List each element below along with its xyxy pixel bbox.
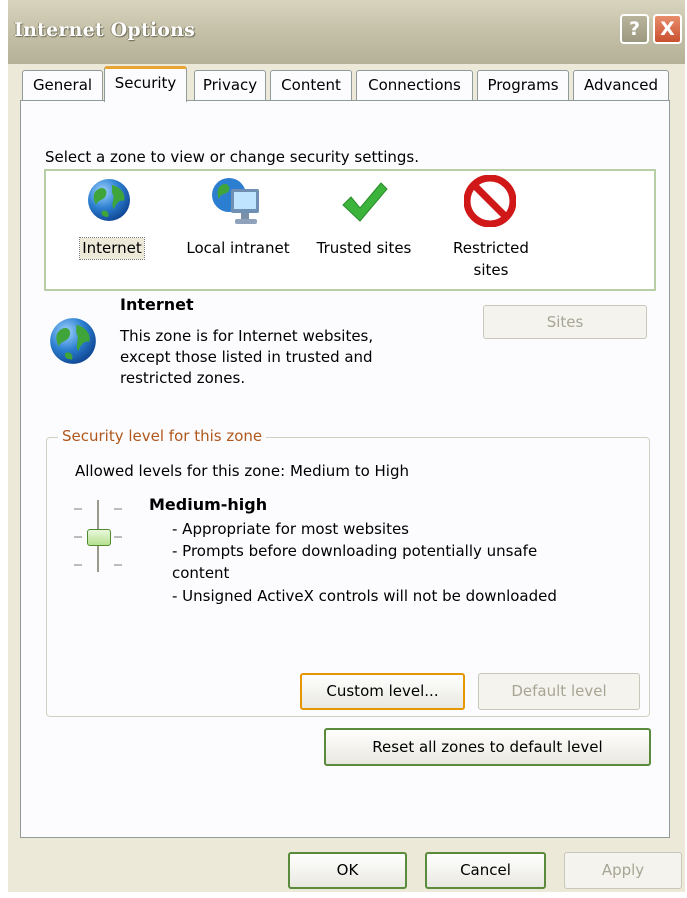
help-button[interactable]: ? bbox=[620, 14, 649, 44]
tab-content[interactable]: Content bbox=[270, 70, 352, 100]
globe-icon bbox=[88, 179, 130, 221]
window-title: Internet Options bbox=[14, 19, 196, 41]
level-name: Medium-high bbox=[149, 495, 268, 514]
no-entry-icon bbox=[464, 175, 516, 227]
ok-button[interactable]: OK bbox=[288, 852, 407, 889]
zone-title: Internet bbox=[120, 295, 194, 314]
slider-thumb[interactable] bbox=[87, 529, 111, 546]
tab-privacy[interactable]: Privacy bbox=[194, 70, 266, 100]
slider-tick bbox=[114, 564, 122, 566]
apply-button[interactable]: Apply bbox=[564, 852, 682, 889]
security-level-group-title: Security level for this zone bbox=[58, 427, 267, 445]
level-bullet-2-cont: content bbox=[172, 564, 230, 582]
zone-restricted-sites[interactable]: Restricted sites bbox=[446, 175, 536, 285]
zone-description-line2: except those listed in trusted and bbox=[120, 348, 373, 366]
sites-button[interactable]: Sites bbox=[483, 305, 647, 339]
tab-security[interactable]: Security bbox=[104, 66, 187, 102]
zone-trusted-sites[interactable]: Trusted sites bbox=[308, 175, 420, 267]
reset-all-zones-button[interactable]: Reset all zones to default level bbox=[324, 728, 651, 766]
zone-trusted-sites-label: Trusted sites bbox=[316, 239, 412, 257]
default-level-button[interactable]: Default level bbox=[478, 673, 640, 710]
slider-tick bbox=[74, 508, 82, 510]
close-button[interactable]: X bbox=[653, 14, 682, 44]
slider-tick bbox=[114, 508, 122, 510]
internet-options-dialog: Internet Options ? X General Security Pr… bbox=[8, 0, 685, 892]
level-bullet-1: - Appropriate for most websites bbox=[172, 520, 409, 538]
zone-internet-label: Internet bbox=[79, 237, 145, 260]
zone-local-intranet-label: Local intranet bbox=[186, 239, 290, 257]
zone-restricted-sites-label-line1: Restricted bbox=[453, 239, 529, 257]
security-level-slider[interactable] bbox=[70, 498, 130, 576]
zone-description-line3: restricted zones. bbox=[120, 369, 246, 387]
tab-connections[interactable]: Connections bbox=[356, 70, 473, 100]
level-bullet-2: - Prompts before downloading potentially… bbox=[172, 542, 538, 560]
slider-tick bbox=[74, 564, 82, 566]
zone-internet[interactable]: Internet bbox=[70, 175, 152, 267]
zone-prompt: Select a zone to view or change security… bbox=[45, 148, 420, 166]
slider-tick bbox=[74, 536, 82, 538]
allowed-levels-text: Allowed levels for this zone: Medium to … bbox=[75, 462, 409, 480]
tab-programs[interactable]: Programs bbox=[477, 70, 569, 100]
level-bullet-3: - Unsigned ActiveX controls will not be … bbox=[172, 587, 557, 605]
title-bar[interactable]: Internet Options ? X bbox=[8, 0, 685, 64]
zone-local-intranet[interactable]: Local intranet bbox=[178, 175, 298, 267]
tab-general[interactable]: General bbox=[22, 70, 103, 100]
globe-icon bbox=[50, 318, 96, 364]
slider-tick bbox=[114, 536, 122, 538]
tab-advanced[interactable]: Advanced bbox=[573, 70, 669, 100]
zone-restricted-sites-label-line2: sites bbox=[473, 261, 509, 279]
green-checkmark-icon bbox=[342, 182, 388, 222]
zone-description-line1: This zone is for Internet websites, bbox=[120, 327, 374, 345]
intranet-computer-icon bbox=[212, 178, 259, 224]
cancel-button[interactable]: Cancel bbox=[425, 852, 546, 889]
custom-level-button[interactable]: Custom level... bbox=[300, 673, 465, 710]
